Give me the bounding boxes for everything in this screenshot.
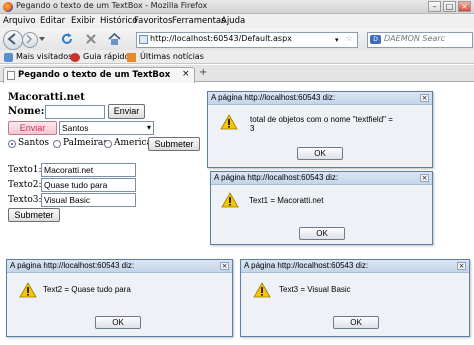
back-arrow-icon — [7, 33, 16, 45]
tab-pegando-texto[interactable]: Pegando o texto de um TextBox × — [3, 67, 195, 84]
alert-dialog-text2: A página http://localhost:60543 diz: × T… — [6, 259, 233, 337]
bookmark-star-icon[interactable]: ☆ — [345, 34, 353, 44]
url-dropdown-icon[interactable]: ▾ — [335, 36, 339, 44]
menu-ajuda[interactable]: Ajuda — [221, 16, 245, 26]
page-heading: Macoratti.net — [8, 92, 85, 103]
warning-icon — [253, 282, 271, 298]
dialog-ok-button[interactable]: OK — [297, 147, 343, 160]
dialog-ok-button[interactable]: OK — [333, 316, 379, 329]
texto2-input[interactable]: Quase tudo para — [41, 178, 136, 192]
texto2-label: Texto2: — [8, 180, 42, 190]
getting-started-icon — [70, 53, 80, 62]
dialog-title-bar: A página http://localhost:60543 diz: × — [208, 92, 432, 105]
bookmark-guia-rapido[interactable]: Guia rápido — [83, 52, 129, 61]
dialog-title-bar: A página http://localhost:60543 diz: × — [211, 172, 432, 185]
dialog-ok-button[interactable]: OK — [299, 227, 345, 240]
dialog-title: A página http://localhost:60543 diz: — [211, 93, 336, 102]
radio-america[interactable] — [104, 140, 112, 148]
warning-icon — [19, 282, 37, 298]
submeter-button[interactable]: Submeter — [148, 137, 200, 151]
rss-feed-icon — [127, 53, 136, 62]
dialog-message: total de objetos com o nome "textfield" … — [250, 115, 393, 133]
dialog-message: Text1 = Macoratti.net — [249, 196, 324, 205]
bookmarks-bar: Mais visitados Guia rápido Últimas notíc… — [0, 50, 474, 64]
url-bar[interactable]: http://localhost:60543/Default.aspx ▾ ☆ — [136, 32, 358, 48]
dialog-message: Text3 = Visual Basic — [279, 285, 351, 294]
menu-editar[interactable]: Editar — [40, 16, 65, 26]
dialog-title: A página http://localhost:60543 diz: — [10, 261, 135, 270]
alert-dialog-total: A página http://localhost:60543 diz: × t… — [207, 91, 433, 168]
bookmark-ultimas-noticias[interactable]: Últimas notícias — [140, 52, 204, 61]
reload-icon[interactable] — [60, 32, 74, 46]
minimize-button[interactable]: – — [428, 1, 441, 12]
search-placeholder: DAEMON Searc — [384, 34, 446, 43]
page-icon — [7, 71, 15, 80]
texto3-input[interactable]: Visual Basic — [41, 193, 136, 207]
radio-america-label: America — [114, 138, 152, 148]
dialog-close-icon[interactable]: × — [420, 174, 429, 182]
daemon-search-icon: D — [370, 35, 381, 44]
menu-bar: Arquivo Editar Exibir Histórico Favorito… — [0, 14, 474, 28]
radio-palmeiras-label: Palmeiras — [63, 138, 108, 148]
team-select-value: Santos — [62, 123, 89, 133]
maximize-button[interactable]: □ — [443, 1, 456, 12]
window-title: Pegando o texto de um TextBox - Mozilla … — [16, 1, 208, 10]
radio-palmeiras[interactable] — [53, 140, 61, 148]
nome-label: Nome: — [8, 106, 45, 117]
team-select[interactable]: Santos ▾ — [59, 121, 154, 135]
dialog-close-icon[interactable]: × — [457, 262, 466, 270]
search-input[interactable]: D DAEMON Searc — [367, 32, 473, 48]
texto1-input[interactable]: Macoratti.net — [41, 163, 136, 177]
radio-santos[interactable] — [8, 140, 16, 148]
most-visited-icon — [4, 53, 13, 62]
dialog-ok-button[interactable]: OK — [95, 316, 141, 329]
enviar-pink-button[interactable]: Enviar — [8, 121, 57, 135]
forward-arrow-icon — [26, 34, 33, 44]
alert-dialog-text1: A página http://localhost:60543 diz: × T… — [210, 171, 433, 245]
dialog-message: Text2 = Quase tudo para — [43, 285, 131, 294]
dialog-close-icon[interactable]: × — [220, 262, 229, 270]
window-title-bar: Pegando o texto de um TextBox - Mozilla … — [0, 0, 474, 14]
warning-icon — [221, 192, 239, 208]
bookmark-mais-visitados[interactable]: Mais visitados — [16, 52, 72, 61]
submeter-button-2[interactable]: Submeter — [8, 208, 60, 222]
chevron-down-icon: ▾ — [146, 123, 151, 132]
home-icon[interactable] — [107, 32, 122, 46]
tab-title: Pegando o texto de um TextBox — [18, 70, 171, 80]
tab-strip: Pegando o texto de um TextBox × + — [0, 65, 474, 84]
back-button[interactable] — [3, 30, 23, 50]
page-favicon-icon — [139, 35, 148, 44]
dialog-close-icon[interactable]: × — [420, 94, 429, 102]
url-text: http://localhost:60543/Default.aspx — [150, 34, 292, 43]
new-tab-button[interactable]: + — [199, 67, 207, 78]
navigation-toolbar: http://localhost:60543/Default.aspx ▾ ☆ … — [0, 28, 474, 50]
dialog-title-bar: A página http://localhost:60543 diz: × — [7, 260, 232, 273]
dialog-title: A página http://localhost:60543 diz: — [244, 261, 369, 270]
close-window-button[interactable]: × — [458, 1, 471, 12]
stop-icon[interactable] — [84, 32, 98, 46]
menu-ferramentas[interactable]: Ferramentas — [172, 16, 226, 26]
dialog-title: A página http://localhost:60543 diz: — [214, 173, 339, 182]
warning-icon — [220, 114, 238, 130]
firefox-logo-icon — [3, 2, 13, 12]
menu-exibir[interactable]: Exibir — [71, 16, 95, 26]
menu-favoritos[interactable]: Favoritos — [134, 16, 172, 26]
tab-close-icon[interactable]: × — [182, 69, 190, 79]
alert-dialog-text3: A página http://localhost:60543 diz: × T… — [240, 259, 470, 337]
menu-arquivo[interactable]: Arquivo — [3, 16, 36, 26]
nome-input[interactable] — [45, 105, 105, 119]
enviar-button[interactable]: Enviar — [108, 104, 145, 119]
texto1-label: Texto1: — [8, 165, 42, 175]
history-dropdown-icon[interactable] — [38, 35, 46, 43]
radio-santos-label: Santos — [18, 138, 49, 148]
dialog-title-bar: A página http://localhost:60543 diz: × — [241, 260, 469, 273]
menu-historico[interactable]: Histórico — [100, 16, 137, 26]
forward-button[interactable] — [22, 32, 38, 48]
texto3-label: Texto3: — [8, 195, 42, 205]
